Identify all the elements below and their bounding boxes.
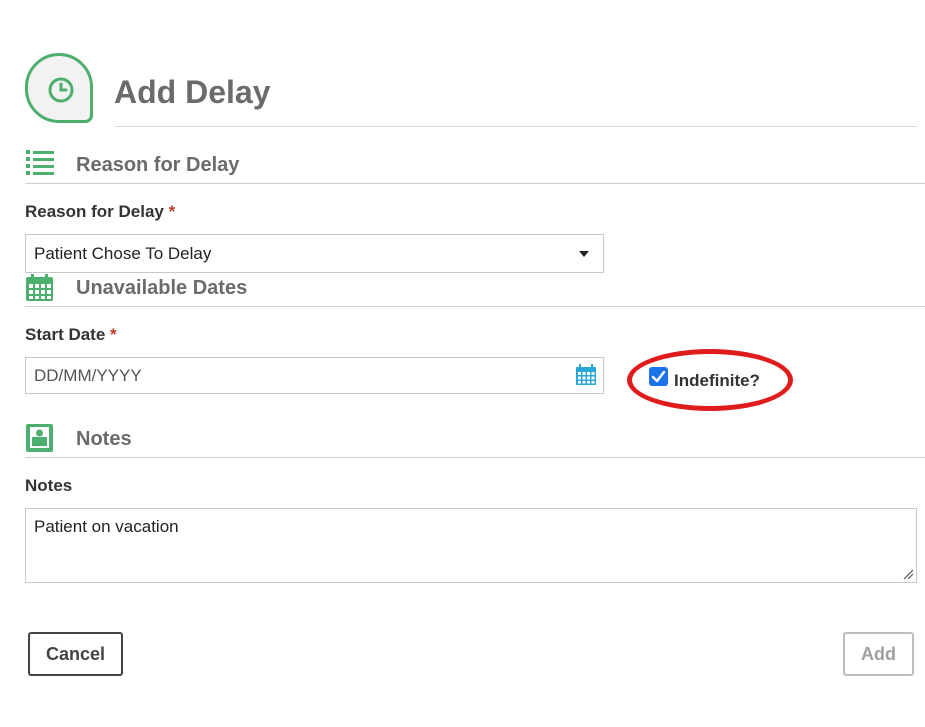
reason-select[interactable]: Patient Chose To Delay xyxy=(25,234,604,273)
reason-select-value: Patient Chose To Delay xyxy=(34,244,212,263)
clock-icon xyxy=(48,77,74,103)
page-title: Add Delay xyxy=(114,74,271,110)
chevron-down-icon xyxy=(579,251,589,257)
notes-icon xyxy=(26,424,53,452)
start-date-input[interactable]: DD/MM/YYYY xyxy=(25,357,604,394)
list-icon xyxy=(26,150,54,175)
indefinite-checkbox[interactable] xyxy=(649,367,668,386)
section-title-dates: Unavailable Dates xyxy=(76,277,248,299)
required-marker: * xyxy=(110,325,117,344)
indefinite-label[interactable]: Indefinite? xyxy=(674,371,760,391)
section-divider xyxy=(25,457,925,458)
required-marker: * xyxy=(168,202,176,221)
checkmark-icon xyxy=(651,370,666,383)
notes-value: Patient on vacation xyxy=(34,517,179,536)
start-date-label: Start Date * xyxy=(25,325,117,344)
resize-handle-icon[interactable] xyxy=(902,568,914,580)
section-divider xyxy=(25,183,925,184)
calendar-picker-icon[interactable] xyxy=(575,364,597,386)
section-title-notes: Notes xyxy=(76,428,132,450)
title-divider xyxy=(115,126,917,127)
notes-label: Notes xyxy=(25,476,73,495)
notes-textarea[interactable]: Patient on vacation xyxy=(25,508,917,583)
reason-label: Reason for Delay * xyxy=(25,202,176,221)
add-button[interactable]: Add xyxy=(843,632,914,676)
start-date-placeholder: DD/MM/YYYY xyxy=(34,366,142,385)
section-divider xyxy=(25,306,925,307)
cancel-button[interactable]: Cancel xyxy=(28,632,123,676)
section-title-reason: Reason for Delay xyxy=(76,154,240,176)
calendar-icon xyxy=(26,274,53,301)
